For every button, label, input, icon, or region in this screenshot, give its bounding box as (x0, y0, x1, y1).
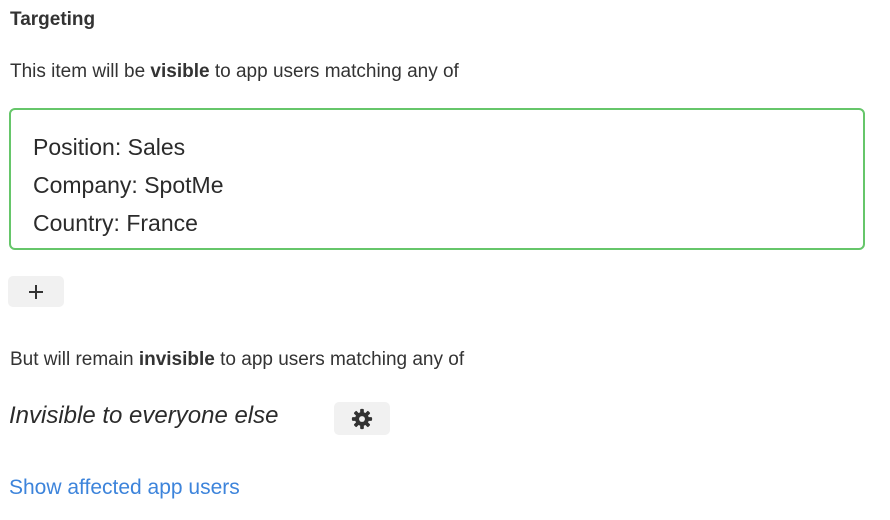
invisible-keyword: invisible (138, 349, 215, 370)
visible-description: This item will be visible to app users m… (10, 61, 459, 83)
visible-keyword: visible (150, 61, 210, 82)
invisible-suffix: to app users matching any of (214, 349, 465, 370)
rule-position[interactable]: Position: Sales (33, 128, 863, 166)
targeting-heading: Targeting (10, 9, 96, 30)
gear-icon (351, 408, 373, 429)
plus-icon (29, 284, 43, 299)
invisible-fallback-text: Invisible to everyone else (9, 402, 279, 429)
rule-company[interactable]: Company: SpotMe (33, 166, 863, 204)
visible-prefix: This item will be (10, 61, 151, 82)
invisible-prefix: But will remain (10, 349, 139, 370)
rule-country[interactable]: Country: France (33, 204, 863, 242)
show-affected-users-link[interactable]: Show affected app users (9, 476, 240, 500)
add-rule-button[interactable] (8, 276, 64, 307)
invisible-description: But will remain invisible to app users m… (10, 349, 464, 371)
visible-suffix: to app users matching any of (209, 61, 459, 82)
visible-rules-box[interactable]: Position: Sales Company: SpotMe Country:… (9, 108, 865, 250)
invisible-settings-button[interactable] (334, 402, 390, 435)
